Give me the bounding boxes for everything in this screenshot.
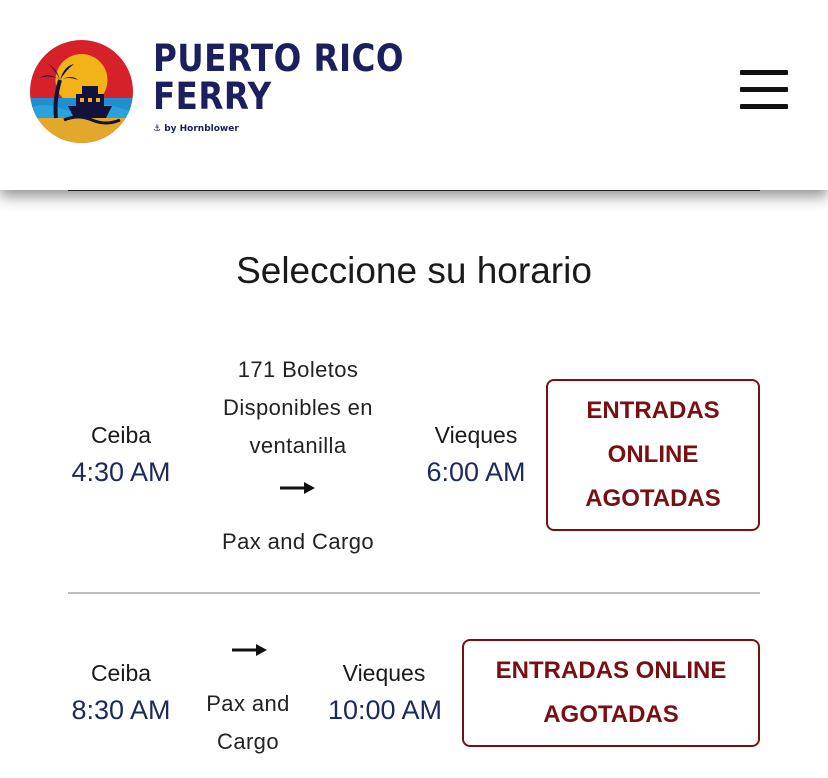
puerto-rico-ferry-logo[interactable]	[30, 40, 133, 143]
arrow-right-icon	[280, 482, 315, 494]
site-header: PUERTO RICO FERRY ⚓ by Hornblower	[0, 0, 828, 190]
page-title: Seleccione su horario	[236, 250, 592, 291]
brand-wordmark[interactable]: PUERTO RICO FERRY ⚓ by Hornblower	[153, 37, 438, 135]
sold-out-label: ONLINE	[607, 441, 699, 468]
sold-out-button[interactable]: ENTRADAS ONLINE AGOTADAS	[546, 379, 760, 531]
destination-label: Vieques	[342, 660, 426, 686]
trip-type-line: Cargo	[217, 729, 279, 754]
trip-type-label: Pax and Cargo	[188, 685, 308, 761]
destination-label: Vieques	[434, 422, 518, 448]
arrive-time: 6:00 AM	[426, 457, 526, 487]
brand-name-line1: PUERTO RICO	[153, 37, 404, 80]
sold-out-label: AGOTADAS	[585, 485, 721, 512]
arrow-right-icon	[232, 644, 267, 656]
sold-out-label: ENTRADAS ONLINE	[495, 657, 727, 684]
availability-line: ventanilla	[249, 433, 347, 458]
trip-type-label: Pax and Cargo	[222, 529, 374, 554]
hamburger-menu-icon[interactable]	[738, 70, 790, 110]
availability-line: 171 Boletos	[237, 357, 359, 382]
sold-out-label: ENTRADAS	[586, 397, 720, 424]
trip-type-line: Pax and	[206, 691, 290, 716]
sold-out-button[interactable]: ENTRADAS ONLINE AGOTADAS	[462, 639, 760, 747]
sold-out-label: AGOTADAS	[543, 701, 679, 728]
header-divider	[68, 190, 760, 191]
origin-label: Ceiba	[90, 422, 152, 448]
depart-time: 4:30 AM	[71, 457, 171, 487]
brand-tagline: ⚓ by Hornblower	[153, 124, 239, 134]
brand-name-line2: FERRY	[153, 75, 272, 118]
row-divider	[68, 592, 760, 594]
availability-text: 171 Boletos Disponibles en ventanilla	[198, 351, 398, 465]
depart-time: 8:30 AM	[71, 695, 171, 725]
availability-line: Disponibles en	[223, 395, 373, 420]
origin-label: Ceiba	[90, 660, 152, 686]
arrive-time: 10:00 AM	[327, 695, 443, 725]
